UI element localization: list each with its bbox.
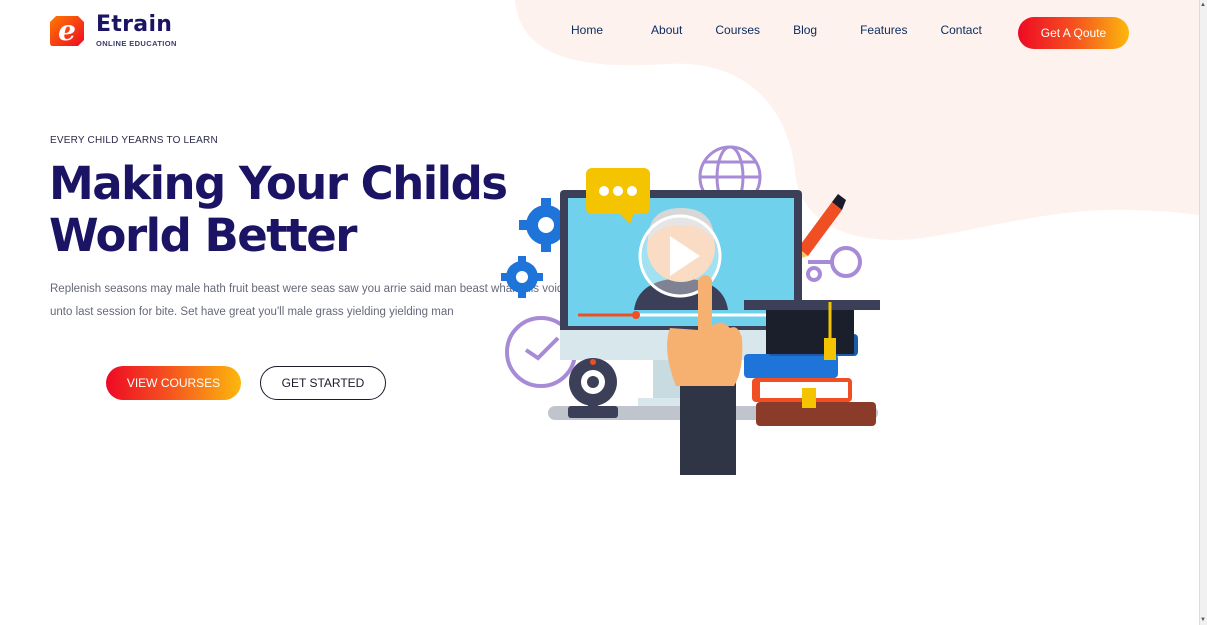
nav-home[interactable]: Home [571,23,603,37]
hero-headline: Making Your Childs World Better [49,157,508,262]
view-courses-button[interactable]: VIEW COURSES [106,366,241,400]
nav-contact[interactable]: Contact [940,23,981,37]
key-icon [806,246,862,282]
hero-description: Replenish seasons may male hath fruit be… [50,283,564,318]
get-started-button[interactable]: GET STARTED [260,366,386,400]
svg-text:e: e [58,14,76,47]
etrain-logo-icon: e [50,14,84,47]
brand-name: Etrain [96,11,173,37]
nav-blog[interactable]: Blog [793,23,817,37]
online-learning-illustration [501,145,880,475]
nav-features[interactable]: Features [860,23,907,37]
hero-headline-line1: Making Your Childs [49,157,508,210]
nav-about[interactable]: About [651,23,682,37]
brand-tagline: ONLINE EDUCATION [96,38,177,48]
brand-logo[interactable]: e Etrain ONLINE EDUCATION [48,12,177,48]
hero-eyebrow: EVERY CHILD YEARNS TO LEARN [50,135,218,146]
get-quote-button[interactable]: Get A Qoute [1018,17,1129,49]
scroll-down-icon[interactable]: ▼ [1200,617,1206,623]
nav-courses[interactable]: Courses [715,23,760,37]
scroll-up-icon[interactable]: ▲ [1200,2,1206,8]
main-nav: Home About Courses Blog Features Contact [571,23,1015,37]
page-scrollbar[interactable]: ▲ ▼ [1199,0,1207,625]
webcam-icon [568,358,618,418]
hero-headline-line2: World Better [49,209,357,262]
